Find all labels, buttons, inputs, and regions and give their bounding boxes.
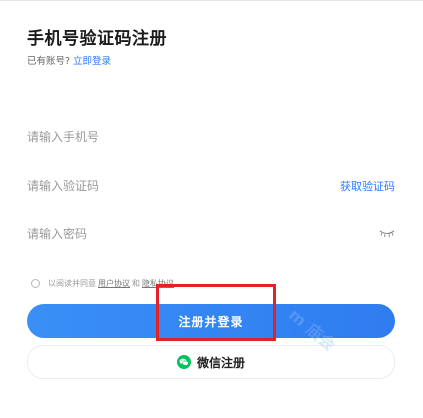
top-divider <box>0 0 423 1</box>
phone-input[interactable] <box>27 125 287 149</box>
page-title: 手机号验证码注册 <box>27 29 167 49</box>
wechat-icon <box>176 355 191 369</box>
privacy-policy-link[interactable]: 隐私协议 <box>142 278 174 289</box>
verification-code-input[interactable] <box>27 174 287 198</box>
password-input[interactable] <box>27 222 287 246</box>
login-link[interactable]: 立即登录 <box>73 56 111 67</box>
register-page: 手机号验证码注册 已有账号?立即登录 获取验证码 以阅读并同意 用户协议 和 隐… <box>0 0 423 418</box>
wechat-register-button[interactable]: 微信注册 <box>27 345 395 379</box>
have-account-text: 已有账号? <box>27 56 71 67</box>
register-login-button[interactable]: 注册并登录 <box>27 304 395 338</box>
radio-unchecked-icon[interactable] <box>31 278 40 288</box>
wechat-register-label: 微信注册 <box>196 355 245 370</box>
agreement-prefix: 以阅读并同意 <box>48 278 96 288</box>
agreement-row: 以阅读并同意 用户协议 和 隐私协议 <box>31 277 176 289</box>
user-agreement-link[interactable]: 用户协议 <box>98 278 130 289</box>
login-prompt: 已有账号? 立即登录 <box>27 53 111 67</box>
get-code-button[interactable]: 获取验证码 <box>340 178 395 194</box>
password-field <box>27 222 395 246</box>
agreement-and: 和 <box>132 278 140 288</box>
code-field: 获取验证码 <box>27 174 395 198</box>
phone-field <box>27 125 395 149</box>
eye-closed-icon[interactable] <box>379 228 395 238</box>
